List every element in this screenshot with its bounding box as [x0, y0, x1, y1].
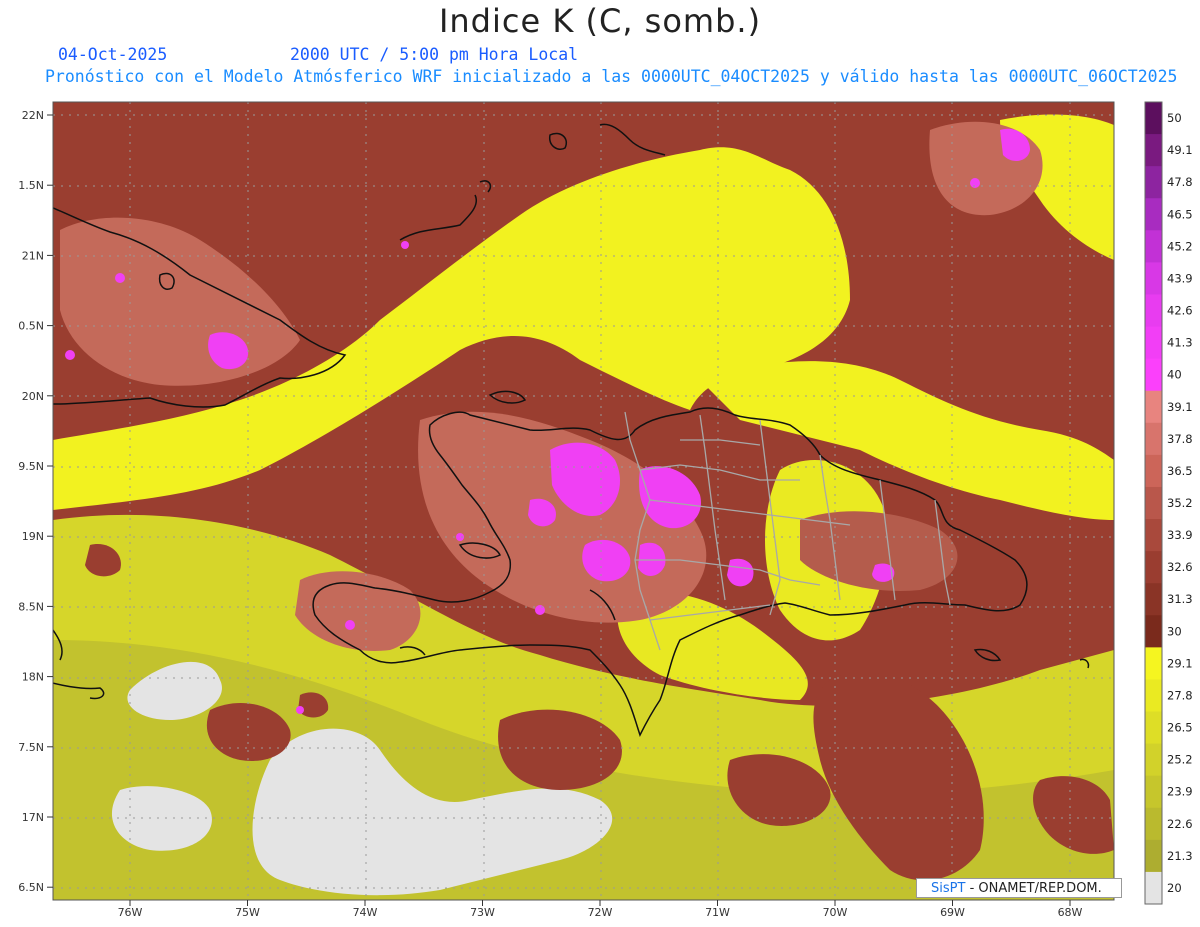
field-layer	[53, 102, 1114, 900]
colorbar-label: 23.9	[1167, 785, 1193, 799]
lon-label: 76W	[118, 906, 143, 919]
lat-label: 0.5N	[18, 320, 44, 333]
colorbar-swatch	[1145, 551, 1162, 584]
colorbar-swatch	[1145, 871, 1162, 905]
colorbar-swatch	[1145, 326, 1162, 360]
colorbar-swatch	[1145, 647, 1162, 680]
colorbar-swatch	[1145, 358, 1162, 392]
colorbar-label: 30	[1167, 624, 1182, 638]
colorbar-swatch	[1145, 743, 1162, 777]
colorbar-swatch	[1145, 454, 1162, 488]
colorbar-label: 43.9	[1167, 271, 1193, 285]
colorbar-label: 31.3	[1167, 592, 1193, 606]
colorbar-label: 25.2	[1167, 753, 1193, 767]
colorbar-label: 35.2	[1167, 496, 1193, 510]
lon-label: 71W	[705, 906, 730, 919]
colorbar-swatch	[1145, 775, 1162, 809]
colorbar-swatch	[1145, 422, 1162, 456]
lat-label: 6.5N	[18, 881, 44, 894]
colorbar-swatch	[1145, 839, 1162, 873]
colorbar-label: 45.2	[1167, 239, 1193, 253]
colorbar-label: 41.3	[1167, 336, 1193, 350]
lon-label: 70W	[823, 906, 848, 919]
colorbar-label: 21.3	[1167, 849, 1193, 863]
colorbar-label: 29.1	[1167, 656, 1193, 670]
lon-label: 74W	[353, 906, 378, 919]
colorbar-swatch	[1145, 711, 1162, 745]
colorbar-label: 32.6	[1167, 560, 1193, 574]
lat-label: 18N	[22, 671, 44, 684]
lat-label: 17N	[22, 811, 44, 824]
colorbar-label: 33.9	[1167, 528, 1193, 542]
colorbar-label: 36.5	[1167, 464, 1193, 478]
credit-box: SisPT - ONAMET/REP.DOM.	[916, 878, 1122, 898]
lat-label: 1.5N	[18, 179, 44, 192]
colorbar-swatch	[1145, 807, 1162, 841]
colorbar-label: 46.5	[1167, 207, 1193, 221]
colorbar-label: 20	[1167, 881, 1182, 895]
k-index-map: 22N 1.5N 21N 0.5N 20N 9.5N 19N 8.5N 18N 7.5N 17N 6.…	[18, 101, 1193, 919]
lon-label: 68W	[1058, 906, 1083, 919]
colorbar-swatch	[1145, 262, 1162, 295]
colorbar-swatch	[1145, 198, 1162, 231]
colorbar-label: 50	[1167, 111, 1182, 125]
colorbar-swatch	[1145, 294, 1162, 328]
lon-label: 75W	[235, 906, 260, 919]
lon-label: 73W	[470, 906, 495, 919]
lat-label: 20N	[22, 390, 44, 403]
colorbar-label: 22.6	[1167, 817, 1193, 831]
lon-label: 72W	[588, 906, 613, 919]
colorbar-swatch	[1145, 679, 1162, 713]
latitude-labels: 22N 1.5N 21N 0.5N 20N 9.5N 19N 8.5N 18N 7.5N 17N 6.…	[18, 109, 53, 894]
colorbar-swatch	[1145, 102, 1162, 135]
credit-brand: SisPT	[931, 881, 966, 896]
colorbar: 50 49.1 47.8 46.5 45.2 43.9 42.6 41.3 40 39.1 37.8…	[1144, 101, 1193, 905]
colorbar-label: 39.1	[1167, 400, 1193, 414]
lat-label: 7.5N	[18, 741, 44, 754]
lat-label: 21N	[22, 249, 44, 262]
longitude-labels: 76W 75W 74W 73W 72W 71W 70W 69W 68W	[118, 900, 1083, 919]
colorbar-swatch	[1145, 486, 1162, 520]
colorbar-label: 49.1	[1167, 143, 1193, 157]
colorbar-swatch	[1145, 615, 1162, 648]
colorbar-swatch	[1145, 519, 1162, 552]
lat-label: 19N	[22, 530, 44, 543]
colorbar-swatch	[1145, 134, 1162, 167]
lon-label: 69W	[940, 906, 965, 919]
lat-label: 9.5N	[18, 460, 44, 473]
colorbar-swatch	[1145, 583, 1162, 616]
colorbar-swatch	[1145, 390, 1162, 424]
colorbar-label: 40	[1167, 368, 1182, 382]
colorbar-swatch	[1145, 230, 1162, 263]
credit-org: - ONAMET/REP.DOM.	[969, 881, 1102, 896]
colorbar-label: 47.8	[1167, 175, 1193, 189]
colorbar-label: 42.6	[1167, 304, 1193, 318]
lat-label: 22N	[22, 109, 44, 122]
colorbar-swatch	[1145, 166, 1162, 199]
colorbar-label: 37.8	[1167, 432, 1193, 446]
colorbar-label: 27.8	[1167, 688, 1193, 702]
colorbar-label: 26.5	[1167, 721, 1193, 735]
lat-label: 8.5N	[18, 600, 44, 613]
